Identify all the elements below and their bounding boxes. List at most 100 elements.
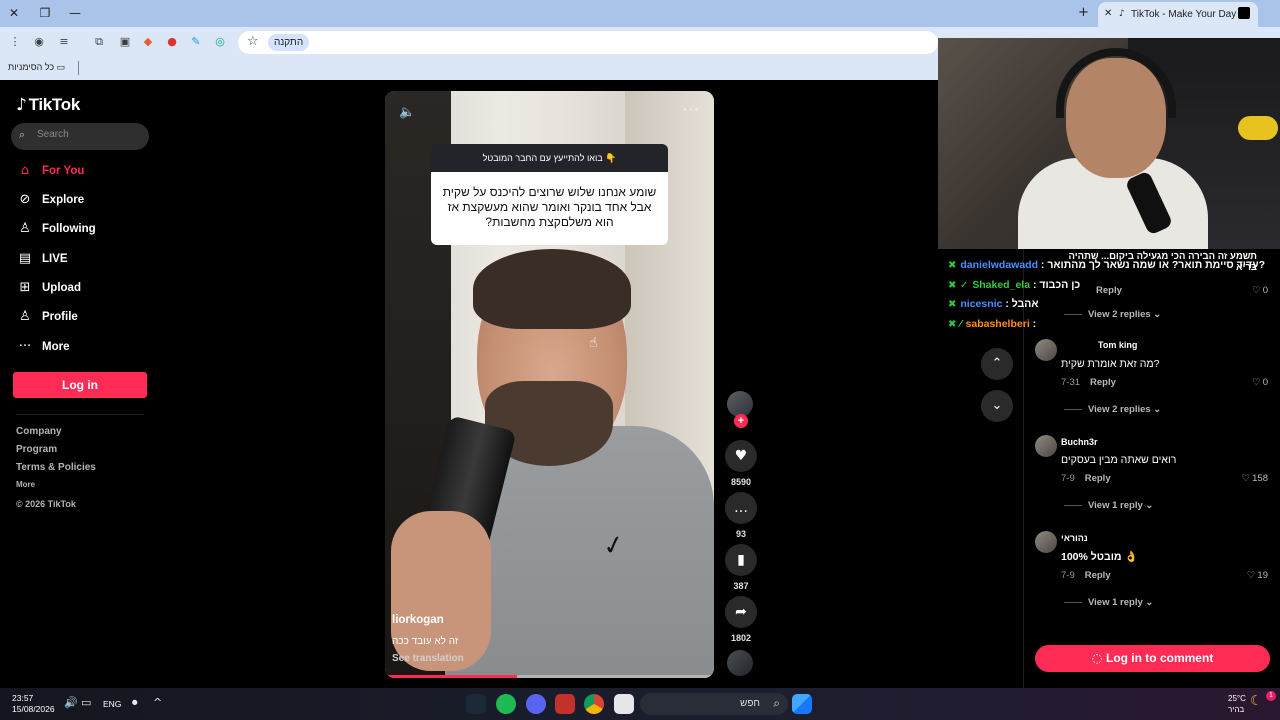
bookmark-icon[interactable]: ▮ bbox=[725, 544, 757, 576]
window-minimize-icon[interactable]: — bbox=[66, 5, 84, 21]
reply-link[interactable]: Reply bbox=[1085, 570, 1111, 581]
avatar[interactable] bbox=[1035, 435, 1057, 457]
bookmarks-divider bbox=[78, 61, 79, 75]
share-icon[interactable]: ➦ bbox=[725, 596, 757, 628]
heart-icon[interactable]: ♥ bbox=[725, 440, 757, 472]
footer-more-link[interactable]: More bbox=[16, 480, 35, 489]
save-action[interactable]: ▮ 387 bbox=[725, 544, 757, 591]
sound-avatar[interactable] bbox=[727, 650, 753, 676]
comment-author[interactable]: Buchn3r bbox=[1061, 437, 1098, 447]
video-banner: בואו להתייעץ עם החבר המובטל 👇 bbox=[431, 144, 668, 172]
window-restore-icon[interactable]: ❐ bbox=[36, 5, 54, 21]
login-to-comment-button[interactable]: ◌ Log in to comment bbox=[1035, 645, 1270, 672]
all-bookmarks-folder[interactable]: כל הסימניות ▭ bbox=[8, 62, 65, 73]
nav-for-you[interactable]: ⌂ For You bbox=[16, 161, 156, 181]
weather-widget[interactable]: 25°C בהיר bbox=[1228, 693, 1246, 715]
stream-chat-line: ✖ danielwdawadd : עדיד סיימת תואר? או שמה… bbox=[948, 259, 1265, 271]
discord-app-icon[interactable] bbox=[526, 694, 546, 714]
heart-outline-icon: ♡ bbox=[1246, 570, 1256, 581]
notification-badge[interactable]: 1 bbox=[1266, 691, 1276, 701]
app-red-icon[interactable] bbox=[555, 694, 575, 714]
video-person-hair bbox=[473, 249, 631, 329]
new-tab-icon[interactable]: + bbox=[1078, 5, 1089, 20]
nav-more[interactable]: ··· More bbox=[16, 337, 156, 357]
nav-live[interactable]: ▤ LIVE bbox=[16, 249, 156, 269]
like-action[interactable]: ♥ 8590 bbox=[725, 440, 757, 487]
microphone-icon[interactable]: ⏺ bbox=[132, 696, 138, 710]
comment-action[interactable]: … 93 bbox=[725, 492, 757, 539]
comment-icon[interactable]: … bbox=[725, 492, 757, 524]
heart-outline-icon: ♡ bbox=[1252, 377, 1261, 388]
chrome-app-icon[interactable] bbox=[584, 694, 604, 714]
taskbar-search[interactable]: חפש ⌕ bbox=[640, 693, 788, 715]
video-hand bbox=[391, 511, 491, 671]
tiktok-note-icon: ♪ bbox=[16, 95, 27, 115]
save-count: 387 bbox=[733, 581, 749, 591]
video-progress-bar[interactable] bbox=[385, 675, 714, 678]
profile-avatar-icon[interactable]: ◉ bbox=[31, 34, 47, 50]
address-bar[interactable]: ☆ התקנה bbox=[238, 31, 938, 54]
menu-dots-icon[interactable]: ⋮ bbox=[7, 34, 23, 50]
verified-badge-icon: ✖ ⁄ bbox=[948, 319, 962, 330]
comment-like[interactable]: ♡ 0 bbox=[1252, 377, 1268, 388]
reply-link[interactable]: Reply bbox=[1090, 377, 1116, 388]
tiktok-logo[interactable]: ♪ TikTok bbox=[16, 95, 80, 115]
show-hidden-icons-icon[interactable]: ^ bbox=[153, 696, 162, 709]
extension-orange-icon[interactable]: ◆ bbox=[140, 34, 156, 50]
nav-profile[interactable]: ♙ Profile bbox=[16, 307, 156, 327]
avatar[interactable] bbox=[1035, 531, 1057, 553]
nav-upload[interactable]: ⊞ Upload bbox=[16, 278, 156, 298]
verified-badge-icon: ✖ bbox=[948, 260, 957, 271]
extensions-icon[interactable]: ⧉ bbox=[91, 34, 107, 50]
volume-icon[interactable]: 🔊 bbox=[64, 696, 78, 709]
comment-author[interactable]: נהוראי bbox=[1061, 533, 1088, 543]
extension-screen-icon[interactable]: ▣ bbox=[117, 34, 133, 50]
view-replies[interactable]: View 1 reply ⌄ bbox=[1064, 500, 1153, 511]
follow-plus-icon[interactable]: + bbox=[734, 414, 748, 428]
login-button[interactable]: Log in bbox=[13, 372, 147, 398]
language-indicator[interactable]: ENG bbox=[103, 699, 121, 709]
nav-explore[interactable]: ⊘ Explore bbox=[16, 190, 156, 210]
comment-like[interactable]: ♡ 19 bbox=[1247, 570, 1268, 581]
windows-start-icon[interactable] bbox=[792, 694, 812, 714]
share-action[interactable]: ➦ 1802 bbox=[725, 596, 757, 643]
nav-following[interactable]: ♙ Following bbox=[16, 219, 156, 239]
see-translation-link[interactable]: See translation bbox=[392, 653, 464, 664]
extension-red-icon[interactable]: ● bbox=[164, 34, 180, 50]
bookmark-star-icon[interactable]: ☆ bbox=[247, 34, 259, 49]
extension-green-icon[interactable]: ◎ bbox=[212, 34, 228, 50]
steam-app-icon[interactable] bbox=[466, 694, 486, 714]
video-author[interactable]: liorkogan bbox=[392, 614, 444, 626]
moon-weather-icon: ☾ bbox=[1250, 693, 1263, 709]
tab-close-icon[interactable]: ✕ bbox=[1104, 8, 1112, 19]
reply-link[interactable]: Reply bbox=[1085, 473, 1111, 484]
hand-cursor-icon: ☝ bbox=[589, 335, 598, 351]
window-close-icon[interactable]: ✕ bbox=[5, 5, 23, 21]
search-input[interactable] bbox=[37, 129, 142, 140]
network-icon[interactable]: ▭ bbox=[81, 696, 91, 709]
tab-tiktok[interactable]: ✕ ♪ TikTok - Make Your Day bbox=[1098, 2, 1258, 27]
like-count: 8590 bbox=[730, 477, 752, 487]
taskbar-clock[interactable]: 23:57 15/08/2026 bbox=[12, 693, 55, 715]
extension-translate-icon[interactable]: ✎ bbox=[188, 34, 204, 50]
search-box[interactable]: ⌕ bbox=[11, 123, 149, 150]
more-icon: ··· bbox=[18, 339, 32, 354]
install-app-button[interactable]: התקנה bbox=[268, 34, 310, 51]
view-replies[interactable]: View 1 reply ⌄ bbox=[1064, 597, 1153, 608]
footer-program-link[interactable]: Program bbox=[16, 444, 57, 455]
video-player[interactable]: ✓ 🔈 ··· בואו להתייעץ עם החבר המובטל 👇 שו… bbox=[385, 91, 714, 678]
file-explorer-icon[interactable] bbox=[614, 694, 634, 714]
video-caption: זה לא עובד ככה bbox=[392, 636, 459, 647]
comment-count: 93 bbox=[735, 529, 746, 539]
media-control-icon[interactable]: ≡ bbox=[56, 34, 72, 50]
mute-icon[interactable]: 🔈 bbox=[399, 105, 415, 120]
stream-chat-line: ✖ ✓ Shaked_ela : כן הכבוד bbox=[948, 279, 1081, 291]
next-video-button[interactable]: ⌄ bbox=[981, 390, 1013, 422]
footer-company-link[interactable]: Company bbox=[16, 426, 62, 437]
webcam-plush bbox=[1238, 116, 1278, 140]
spotify-app-icon[interactable] bbox=[496, 694, 516, 714]
comment-like[interactable]: ♡ 158 bbox=[1242, 473, 1268, 484]
video-more-icon[interactable]: ··· bbox=[683, 101, 700, 117]
footer-terms-link[interactable]: Terms & Policies bbox=[16, 462, 96, 473]
view-replies[interactable]: View 2 replies ⌄ bbox=[1064, 404, 1161, 415]
